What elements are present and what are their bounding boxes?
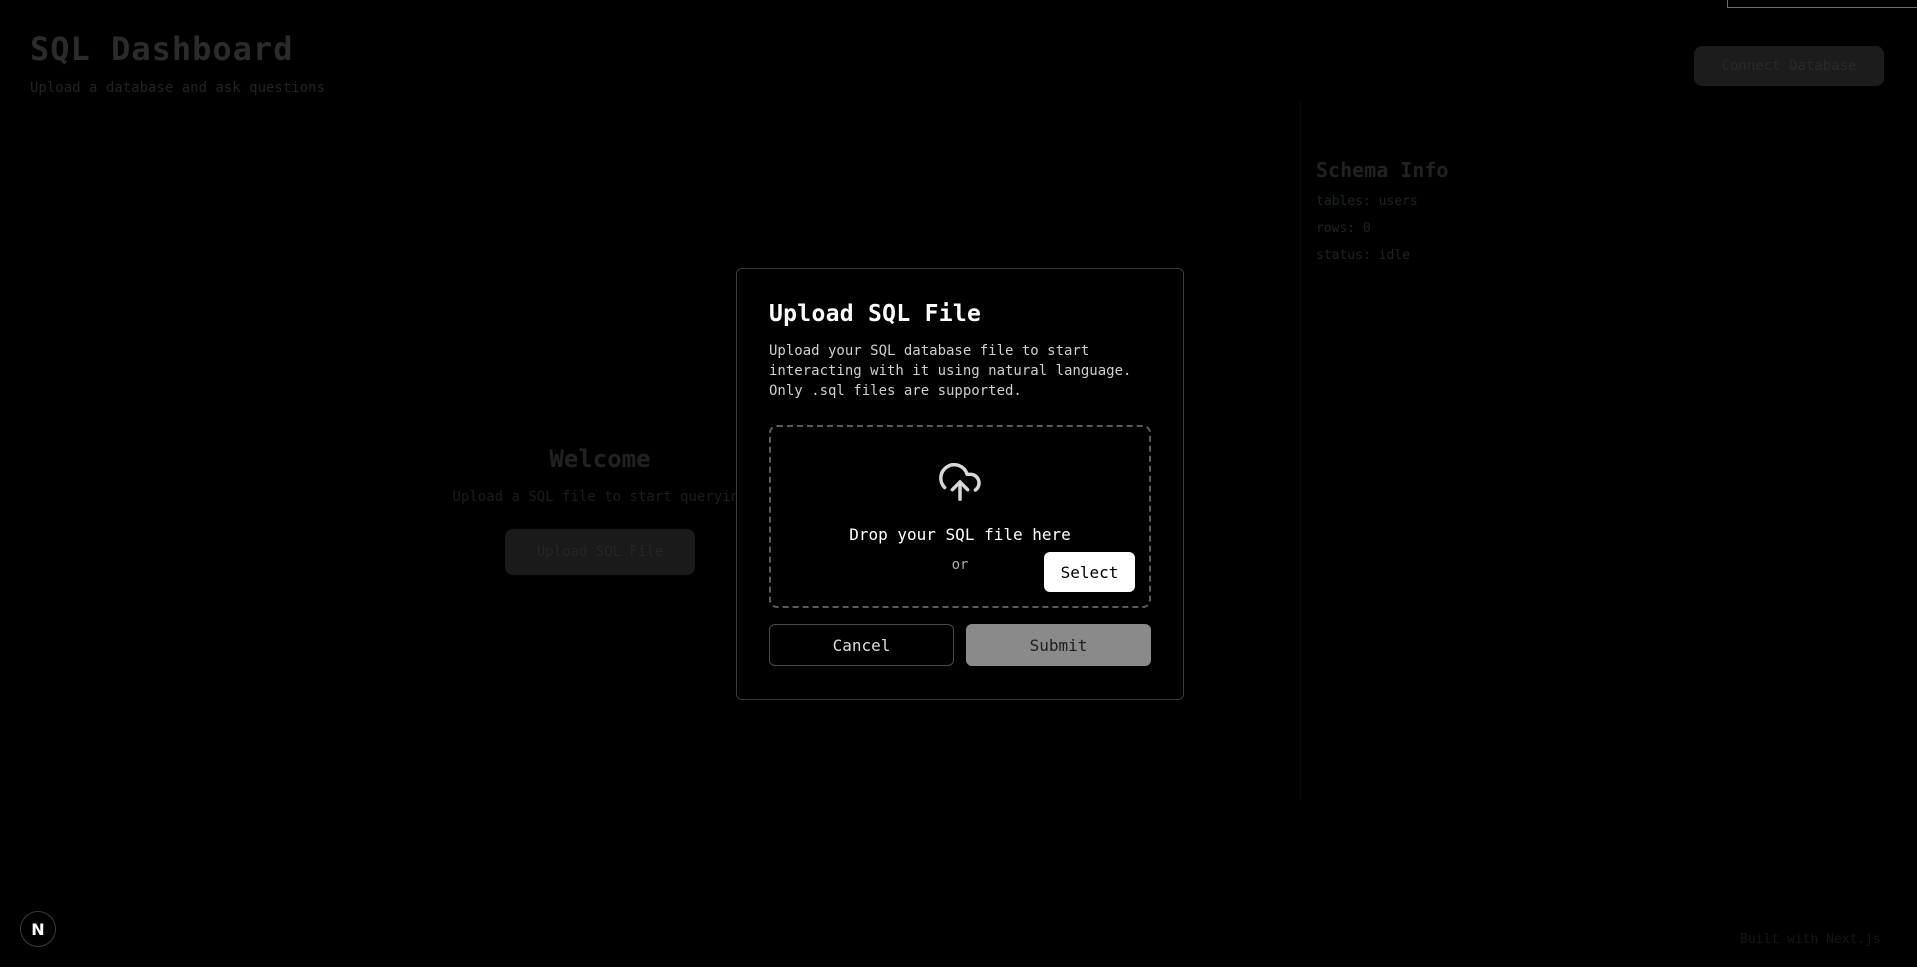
submit-button[interactable]: Submit xyxy=(966,624,1151,666)
drop-instruction: Drop your SQL file here xyxy=(849,525,1071,544)
file-dropzone[interactable]: Drop your SQL file here or Select xyxy=(769,425,1151,608)
dialog-actions: Cancel Submit xyxy=(769,624,1151,666)
dialog-title: Upload SQL File xyxy=(769,301,982,327)
cancel-button[interactable]: Cancel xyxy=(769,624,954,666)
upload-sql-dialog: Upload SQL File Upload your SQL database… xyxy=(736,268,1184,700)
app-page: SQL Dashboard Upload a database and ask … xyxy=(0,0,1917,967)
select-file-button[interactable]: Select xyxy=(1044,552,1135,592)
dialog-description: Upload your SQL database file to start i… xyxy=(769,343,1132,399)
cloud-upload-icon xyxy=(939,463,981,501)
nextjs-dev-indicator-icon[interactable]: N xyxy=(20,911,56,947)
